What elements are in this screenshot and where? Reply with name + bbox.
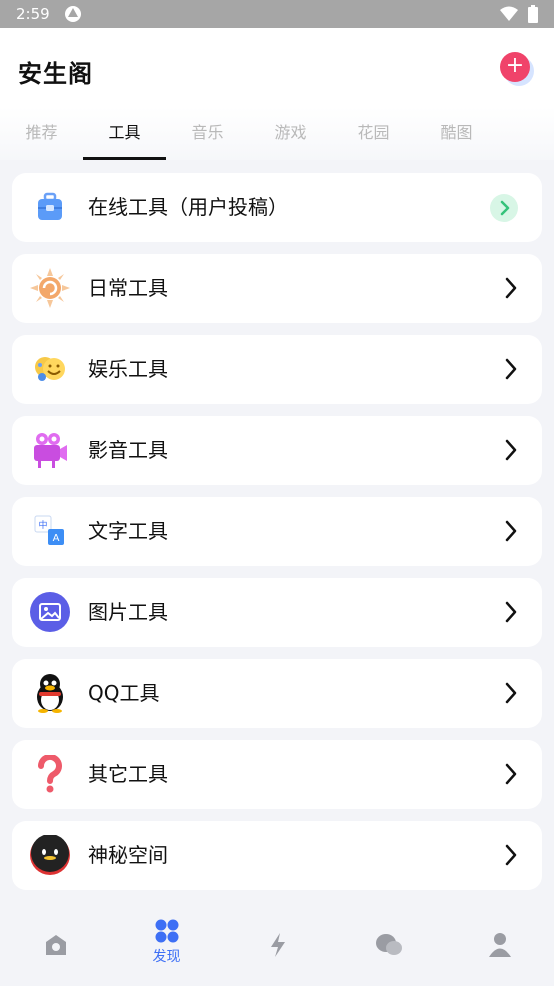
tool-item-entertainment[interactable]: 娱乐工具: [12, 335, 542, 404]
chevron-right-icon: [504, 358, 518, 380]
nav-lightning[interactable]: [222, 918, 333, 978]
chevron-right-icon: [504, 682, 518, 704]
chevron-right-icon: [504, 763, 518, 785]
chevron-right-icon: [504, 601, 518, 623]
tab-cool-pics[interactable]: 酷图: [415, 120, 498, 160]
tab-games[interactable]: 游戏: [249, 120, 332, 160]
tab-garden[interactable]: 花园: [332, 120, 415, 160]
tool-item-media[interactable]: 影音工具: [12, 416, 542, 485]
sun-icon: [30, 268, 70, 308]
tool-label: 影音工具: [88, 438, 168, 462]
app-title: 安生阁: [18, 60, 93, 88]
profile-icon: [488, 933, 511, 957]
status-bar: 2:59: [0, 0, 554, 28]
discover-grid-icon: [155, 919, 178, 943]
tool-label: 娱乐工具: [88, 357, 168, 381]
home-icon: [45, 935, 66, 955]
nav-label: 发现: [152, 949, 181, 965]
plus-icon: +: [505, 53, 525, 78]
tool-item-other[interactable]: 其它工具: [12, 740, 542, 809]
tool-item-online[interactable]: 在线工具（用户投稿）: [12, 173, 542, 242]
chevron-right-icon: [504, 520, 518, 542]
header: 安生阁 + 推荐 工具 音乐 游戏 花园 酷图: [0, 28, 554, 160]
chat-bubbles-icon: [375, 934, 402, 955]
tab-music[interactable]: 音乐: [166, 120, 249, 160]
tab-recommend[interactable]: 推荐: [0, 120, 83, 160]
faces-icon: [30, 349, 70, 389]
tool-item-text[interactable]: 中 A 文字工具: [12, 497, 542, 566]
app-notification-icon: [64, 6, 81, 22]
toolbox-icon: [30, 187, 70, 227]
svg-text:A: A: [53, 533, 60, 544]
wifi-icon: [500, 6, 518, 21]
lightning-icon: [270, 933, 285, 957]
battery-icon: [528, 5, 538, 23]
tool-label: 文字工具: [88, 519, 168, 543]
chevron-right-icon: [490, 194, 518, 222]
tool-label: 图片工具: [88, 600, 168, 624]
bottom-nav: 发现: [0, 900, 554, 986]
nav-profile[interactable]: [444, 918, 554, 978]
question-icon: [30, 754, 70, 794]
translate-icon: 中 A: [30, 511, 70, 551]
image-icon: [30, 592, 70, 632]
nav-discover[interactable]: 发现: [111, 918, 222, 978]
mystery-face-icon: [30, 835, 70, 875]
qq-penguin-icon: [30, 673, 70, 713]
tool-item-qq[interactable]: QQ工具: [12, 659, 542, 728]
tool-item-daily[interactable]: 日常工具: [12, 254, 542, 323]
category-tabs: 推荐 工具 音乐 游戏 花园 酷图: [0, 120, 554, 160]
status-time: 2:59: [16, 5, 50, 23]
chevron-right-icon: [504, 844, 518, 866]
tool-item-mystery[interactable]: 神秘空间: [12, 821, 542, 890]
nav-home[interactable]: [0, 918, 111, 978]
video-camera-icon: [30, 430, 70, 470]
tab-tools[interactable]: 工具: [83, 120, 166, 160]
tool-label: 神秘空间: [88, 843, 168, 867]
tool-item-image[interactable]: 图片工具: [12, 578, 542, 647]
chevron-right-icon: [504, 439, 518, 461]
svg-text:中: 中: [38, 519, 47, 531]
tool-label: 日常工具: [88, 276, 168, 300]
nav-chat[interactable]: [333, 918, 444, 978]
add-button[interactable]: +: [500, 52, 530, 82]
tool-label: 在线工具（用户投稿）: [88, 195, 288, 219]
tool-label: QQ工具: [88, 681, 160, 705]
tool-label: 其它工具: [88, 762, 168, 786]
chevron-right-icon: [504, 277, 518, 299]
